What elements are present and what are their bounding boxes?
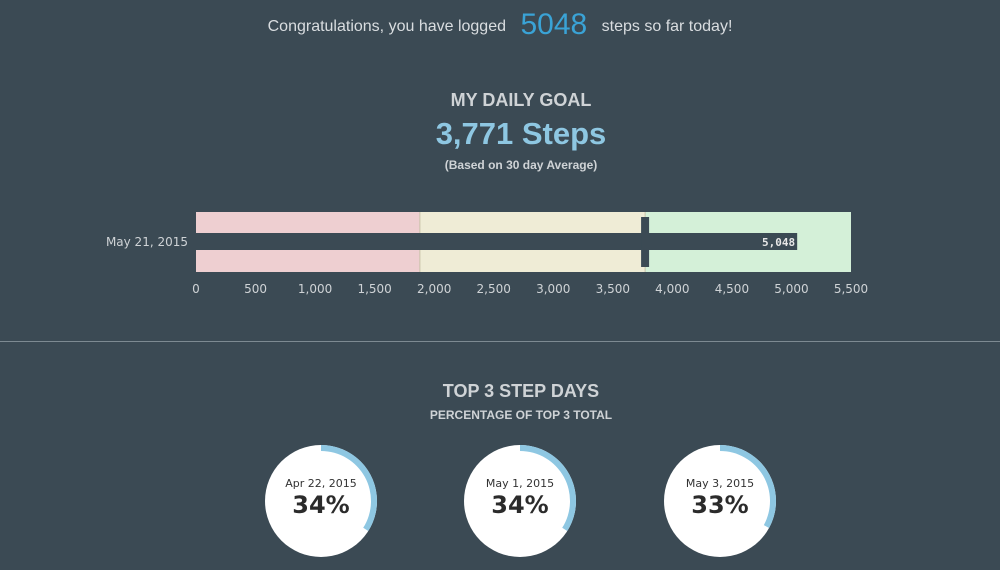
top-days-subtitle: PERCENTAGE OF TOP 3 TOTAL — [429, 408, 613, 422]
bullet-chart: 5,048 May 21, 2015 0 500 1,000 1,500 2,000 2,50… — [106, 212, 868, 296]
bullet-measure-label: 5,048 — [762, 236, 795, 249]
steps-today-count: 5048 — [520, 8, 588, 41]
bullet-tick-label: 1,500 — [357, 282, 391, 296]
bullet-tick-label: 0 — [192, 282, 200, 296]
top-day-donut: May 1, 2015 34% — [464, 445, 576, 557]
donut-date-label: May 3, 2015 — [685, 477, 755, 490]
daily-goal-note: (Based on 30 day Average) — [444, 158, 598, 172]
bullet-tick-label: 3,000 — [536, 282, 570, 296]
bullet-tick-label: 5,500 — [834, 282, 868, 296]
top-day-donut: Apr 22, 2015 34% — [265, 445, 377, 557]
daily-goal-title: MY DAILY GOAL — [450, 90, 592, 110]
donut-date-label: Apr 22, 2015 — [285, 477, 357, 490]
donut-percent-label: 34% — [491, 491, 549, 519]
top-days-title: TOP 3 STEP DAYS — [442, 381, 600, 401]
donut-percent-label: 34% — [292, 491, 350, 519]
bullet-tick-label: 1,000 — [298, 282, 332, 296]
bullet-tick-label: 4,000 — [655, 282, 689, 296]
congrats-suffix: steps so far today! — [601, 18, 733, 35]
bullet-category-label: May 21, 2015 — [106, 235, 188, 249]
bullet-tick-label: 2,000 — [417, 282, 451, 296]
top-day-donut: May 3, 2015 33% — [664, 445, 776, 557]
donut-date-label: May 1, 2015 — [485, 477, 555, 490]
bullet-measure-bar — [196, 233, 798, 250]
congrats-prefix: Congratulations, you have logged — [267, 18, 506, 35]
daily-goal-value: 3,771 Steps — [435, 116, 607, 151]
bullet-tick-label: 3,500 — [596, 282, 630, 296]
bullet-tick-label: 500 — [244, 282, 267, 296]
bullet-tick-label: 2,500 — [477, 282, 511, 296]
congrats-message: Congratulations, you have logged 5048 st… — [0, 8, 1000, 42]
bullet-goal-marker — [641, 217, 650, 267]
donut-percent-label: 33% — [691, 491, 749, 519]
bullet-tick-label: 4,500 — [715, 282, 749, 296]
bullet-tick-label: 5,000 — [774, 282, 808, 296]
section-divider — [0, 341, 1000, 342]
